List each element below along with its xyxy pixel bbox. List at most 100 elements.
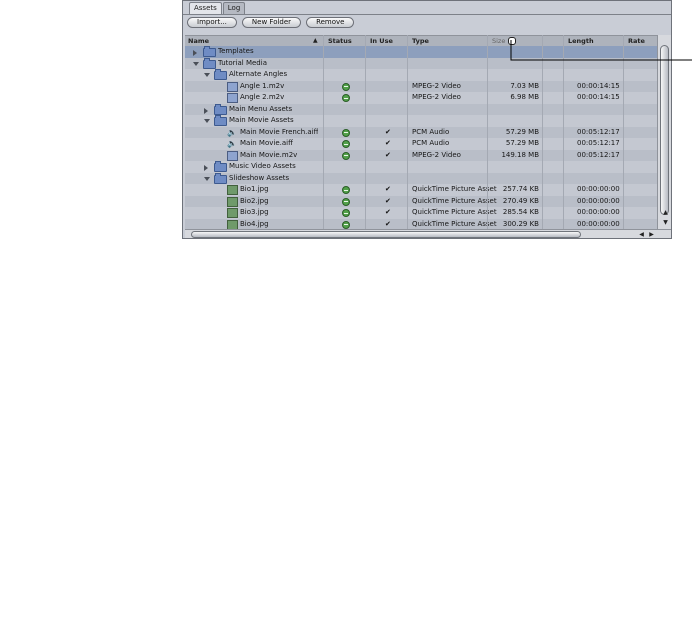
status-ok-icon: [342, 186, 350, 194]
asset-length: 00:00:00:00: [577, 208, 620, 216]
disclosure-triangle-icon[interactable]: [204, 73, 210, 77]
asset-type: MPEG-2 Video: [412, 81, 461, 90]
disclosure-triangle-icon[interactable]: [204, 107, 208, 114]
import-button[interactable]: Import...: [187, 17, 237, 28]
asset-type: QuickTime Picture Asset: [412, 219, 497, 228]
asset-length: 00:00:00:00: [577, 219, 620, 228]
status-ok-icon: [342, 197, 350, 206]
scroll-up-icon[interactable]: ▲: [661, 208, 670, 217]
column-type[interactable]: Type: [409, 36, 489, 46]
asset-length: 00:00:00:00: [577, 196, 620, 205]
in-use-check-icon: ✔: [385, 139, 391, 147]
column-divider[interactable]: [365, 35, 366, 230]
toolbar: Import... New Folder Remove: [187, 17, 355, 28]
scroll-down-icon[interactable]: ▼: [661, 218, 670, 227]
video-file-icon: [227, 81, 238, 92]
speaker-icon: 🔈: [227, 127, 237, 137]
asset-size: 57.29 MB: [505, 127, 539, 136]
list-item[interactable]: Bio3.jpg ✔ QuickTime Picture Asset 285.5…: [185, 207, 657, 219]
asset-name: Bio2.jpg: [240, 196, 269, 205]
asset-name: Tutorial Media: [218, 58, 267, 67]
list-item[interactable]: Main Menu Assets: [185, 103, 657, 115]
scroll-left-icon[interactable]: ◀: [637, 230, 646, 238]
list-item[interactable]: Bio4.jpg ✔ QuickTime Picture Asset 300.2…: [185, 218, 657, 229]
column-status[interactable]: Status: [325, 36, 367, 46]
folder-icon: [203, 46, 216, 57]
column-divider[interactable]: [323, 35, 324, 230]
asset-type: QuickTime Picture Asset: [412, 196, 497, 205]
column-in-use[interactable]: In Use: [367, 36, 409, 46]
asset-length: 00:05:12:17: [577, 139, 620, 147]
asset-name: Angle 1.m2v: [240, 81, 285, 90]
tab-divider: [183, 14, 671, 15]
disclosure-triangle-icon[interactable]: [204, 165, 208, 171]
scroll-right-icon[interactable]: ▶: [647, 230, 656, 238]
asset-name: Angle 2.m2v: [240, 93, 285, 101]
in-use-check-icon: ✔: [385, 150, 391, 159]
folder-icon: [214, 161, 227, 172]
folder-icon: [203, 57, 216, 69]
video-file-icon: [227, 93, 238, 103]
asset-type: QuickTime Picture Asset: [412, 185, 497, 193]
status-ok-icon: [342, 220, 350, 229]
asset-name: Bio4.jpg: [240, 219, 269, 228]
vertical-scroll-thumb[interactable]: [660, 45, 669, 215]
folder-icon: [214, 115, 227, 126]
video-file-icon: [227, 150, 238, 161]
asset-type: PCM Audio: [412, 127, 450, 136]
disclosure-triangle-icon[interactable]: [204, 119, 210, 123]
status-ok-icon: [342, 209, 350, 217]
column-divider[interactable]: [407, 35, 408, 230]
status-ok-icon: [342, 140, 350, 148]
horizontal-scroll-thumb[interactable]: [191, 231, 581, 238]
in-use-check-icon: ✔: [385, 185, 391, 193]
asset-size: 57.29 MB: [505, 139, 539, 147]
column-name[interactable]: Name: [185, 36, 323, 46]
list-item[interactable]: Bio1.jpg ✔ QuickTime Picture Asset 257.7…: [185, 184, 657, 196]
speaker-icon: 🔈: [227, 139, 237, 148]
list-item[interactable]: Slideshow Assets: [185, 172, 657, 184]
asset-type: QuickTime Picture Asset: [412, 208, 497, 216]
asset-size: 257.74 KB: [502, 185, 539, 193]
status-ok-icon: [342, 94, 350, 102]
asset-name: Slideshow Assets: [229, 173, 290, 182]
asset-name: Bio1.jpg: [240, 185, 269, 193]
list-item[interactable]: 🔈 Main Movie.aiff ✔ PCM Audio 57.29 MB 0…: [185, 138, 657, 150]
status-ok-icon: [342, 151, 350, 160]
asset-name: Main Movie French.aiff: [240, 127, 319, 136]
asset-name: Main Menu Assets: [229, 104, 293, 113]
asset-size: 6.98 MB: [510, 93, 539, 101]
list-item[interactable]: Alternate Angles: [185, 69, 657, 81]
list-item[interactable]: Main Movie.m2v ✔ MPEG-2 Video 149.18 MB …: [185, 149, 657, 161]
horizontal-scrollbar[interactable]: ◀ ▶: [185, 229, 671, 238]
image-file-icon: [227, 185, 238, 195]
list-item[interactable]: Bio2.jpg ✔ QuickTime Picture Asset 270.4…: [185, 195, 657, 207]
asset-type: MPEG-2 Video: [412, 93, 461, 101]
disclosure-triangle-icon[interactable]: [204, 176, 210, 181]
list-item[interactable]: Main Movie Assets: [185, 115, 657, 127]
asset-list: Templates Tutorial Media Alternate Angle…: [185, 46, 657, 229]
asset-name: Templates: [218, 47, 254, 55]
asset-name: Alternate Angles: [229, 70, 288, 78]
folder-icon: [214, 172, 227, 184]
remove-button[interactable]: Remove: [306, 17, 355, 28]
list-item[interactable]: Music Video Assets: [185, 161, 657, 173]
list-item[interactable]: 🔈 Main Movie French.aiff ✔ PCM Audio 57.…: [185, 126, 657, 138]
asset-name: Main Movie Assets: [229, 116, 294, 124]
asset-name: Main Movie.aiff: [240, 139, 293, 147]
in-use-check-icon: ✔: [385, 196, 391, 205]
sort-ascending-icon: ▲: [313, 37, 318, 44]
list-item[interactable]: Angle 2.m2v MPEG-2 Video 6.98 MB 00:00:1…: [185, 92, 657, 104]
new-folder-button[interactable]: New Folder: [241, 17, 302, 28]
asset-length: 00:00:14:15: [577, 81, 620, 90]
folder-icon: [214, 103, 227, 115]
in-use-check-icon: ✔: [385, 219, 391, 228]
image-file-icon: [227, 208, 238, 218]
disclosure-triangle-icon[interactable]: [193, 50, 197, 56]
disclosure-triangle-icon[interactable]: [193, 61, 199, 66]
column-divider[interactable]: [487, 35, 488, 230]
asset-length: 00:05:12:17: [577, 127, 620, 136]
asset-name: Music Video Assets: [229, 162, 296, 170]
list-item[interactable]: Angle 1.m2v MPEG-2 Video 7.03 MB 00:00:1…: [185, 80, 657, 92]
asset-size: 300.29 KB: [502, 219, 539, 228]
